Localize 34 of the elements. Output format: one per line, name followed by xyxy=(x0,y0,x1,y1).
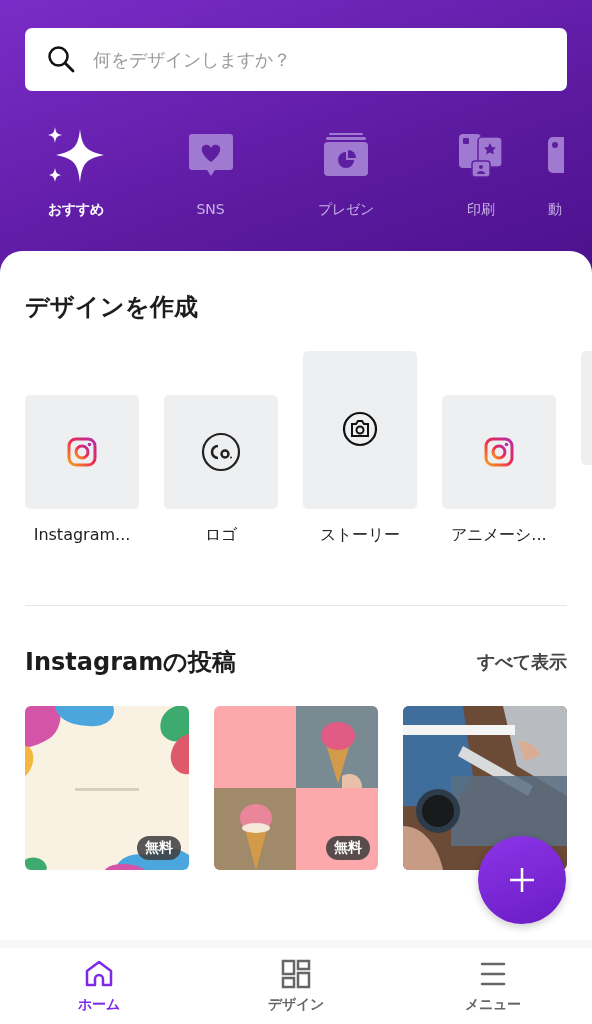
section-title: デザインを作成 xyxy=(25,292,199,323)
category-tab[interactable]: おすすめ xyxy=(8,123,143,219)
category-tab[interactable]: SNS xyxy=(143,123,278,219)
search-icon xyxy=(47,45,75,73)
design-type-label: アニメーシ... xyxy=(451,525,547,546)
video-icon xyxy=(548,137,564,173)
create-fab-button-overlay[interactable] xyxy=(478,836,566,924)
nav-tab[interactable]: メニュー xyxy=(438,948,549,1024)
print-cards-icon xyxy=(457,132,504,178)
camera-icon xyxy=(342,411,378,447)
design-type-tile[interactable] xyxy=(25,395,139,509)
design-type-label: ストーリー xyxy=(320,525,400,546)
category-tab[interactable]: プレゼン xyxy=(278,123,413,219)
instagram-icon xyxy=(484,437,514,467)
grid-icon xyxy=(280,958,312,990)
free-badge: 無料 xyxy=(137,836,181,860)
heart-bubble-icon xyxy=(187,132,234,178)
nav-tab[interactable]: ホーム xyxy=(43,948,154,1024)
design-type-label: Instagram... xyxy=(33,525,131,546)
pie-chart-slides-icon xyxy=(322,132,369,178)
search-field[interactable]: 何をデザインしますか？ xyxy=(25,28,567,91)
instagram-icon xyxy=(67,437,97,467)
design-type-tile[interactable] xyxy=(303,351,417,509)
plus-icon xyxy=(509,867,535,893)
free-badge: 無料 xyxy=(326,836,370,860)
see-all-link[interactable]: すべて表示 xyxy=(477,650,567,674)
section-title: Instagramの投稿 xyxy=(25,647,237,678)
nav-tab[interactable]: デザイン xyxy=(241,948,351,1024)
design-type-tile[interactable] xyxy=(442,395,556,509)
circle-monogram-icon xyxy=(201,432,241,472)
design-type-tile[interactable] xyxy=(164,395,278,509)
design-type-label: ロゴ xyxy=(205,525,237,546)
category-tab[interactable]: 印刷 xyxy=(413,123,548,219)
category-tab[interactable]: 動 xyxy=(548,123,588,219)
